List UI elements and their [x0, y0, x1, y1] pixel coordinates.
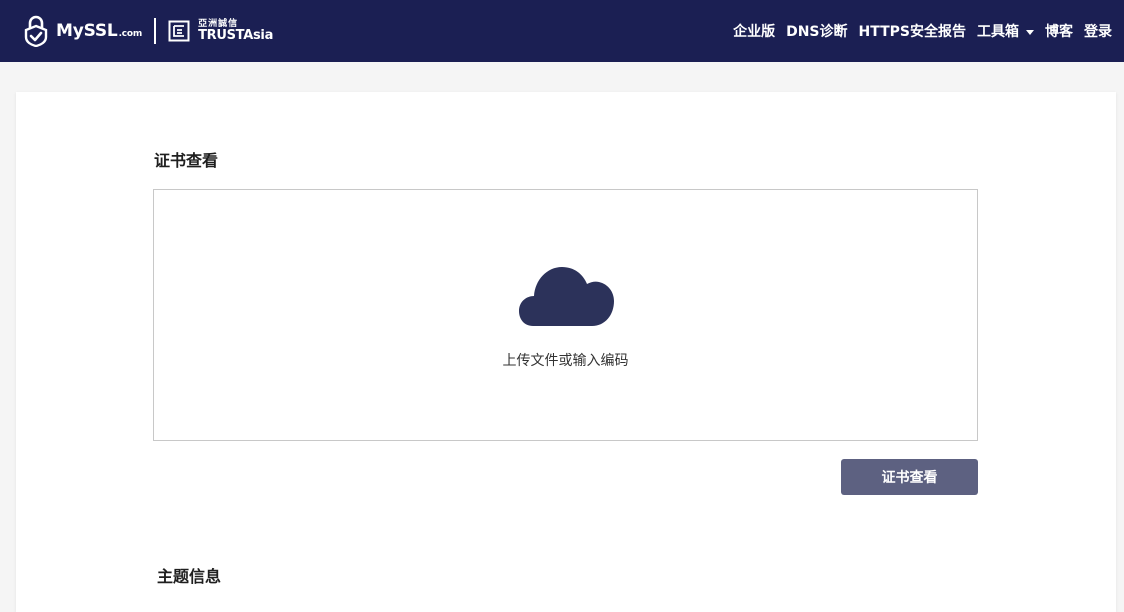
nav-toolbox-label: 工具箱: [977, 24, 1019, 40]
nav-login[interactable]: 登录: [1084, 21, 1112, 41]
caret-down-icon: [1026, 29, 1034, 35]
content-card: 证书查看 上传文件或输入编码 证书查看 主题信息: [16, 92, 1116, 612]
top-navbar: MySSL .com 亞洲誠信 TRUSTAsia 企业版 DNS诊断 HTTPS…: [0, 0, 1124, 62]
trustasia-wordmark: 亞洲誠信 TRUSTAsia: [198, 19, 274, 43]
main-nav: 企业版 DNS诊断 HTTPS安全报告 工具箱 博客 登录: [733, 0, 1112, 62]
cloud-upload-icon: [519, 267, 614, 326]
brand-divider: [154, 18, 157, 44]
page-title: 证书查看: [154, 151, 219, 170]
nav-toolbox[interactable]: 工具箱: [977, 21, 1034, 41]
nav-blog[interactable]: 博客: [1045, 21, 1073, 41]
certificate-upload-dropzone[interactable]: 上传文件或输入编码: [153, 189, 978, 441]
brand-logo[interactable]: MySSL .com 亞洲誠信 TRUSTAsia: [24, 14, 273, 48]
upload-hint: 上传文件或输入编码: [502, 353, 629, 369]
nav-dns-diagnosis[interactable]: DNS诊断: [786, 21, 847, 41]
view-certificate-button[interactable]: 证书查看: [841, 459, 978, 495]
nav-enterprise[interactable]: 企业版: [733, 21, 775, 41]
trustasia-mark-icon: [168, 20, 190, 42]
nav-https-report[interactable]: HTTPS安全报告: [859, 21, 966, 41]
subject-info-heading: 主题信息: [157, 567, 222, 586]
myssl-wordmark: MySSL .com: [56, 20, 143, 41]
lock-shield-icon: [24, 15, 48, 47]
